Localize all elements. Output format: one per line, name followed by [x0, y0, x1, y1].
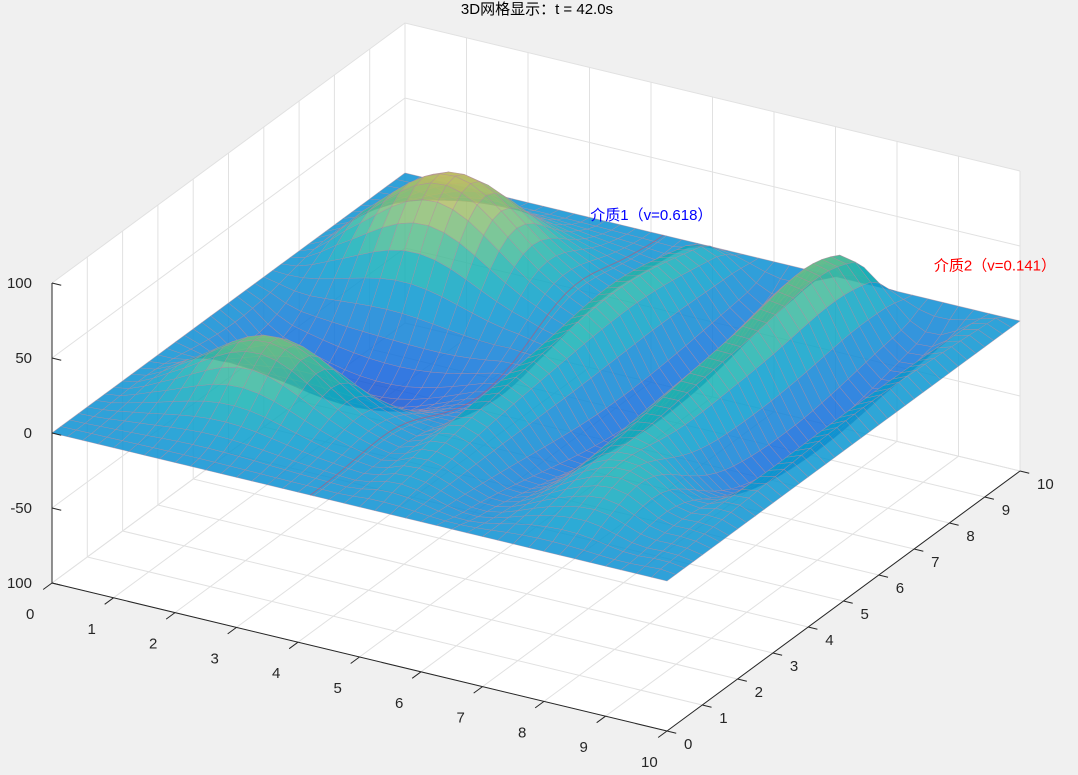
x-tick-mark	[534, 700, 545, 709]
y-tick-label: 9	[1002, 502, 1010, 519]
x-tick-mark	[350, 656, 360, 664]
y-tick-label: 2	[755, 684, 763, 701]
x-tick-label: 5	[334, 680, 342, 697]
y-tick-mark	[843, 600, 853, 604]
x-tick-label: 4	[272, 665, 280, 682]
x-tick-mark	[227, 626, 237, 635]
x-tick-label: 0	[26, 606, 34, 623]
y-tick-mark	[984, 496, 995, 500]
x-tick-mark	[104, 597, 114, 605]
x-tick-mark	[288, 641, 299, 650]
y-tick-label: 0	[684, 736, 692, 753]
z-tick-label: 100	[7, 275, 32, 292]
y-tick-mark	[702, 704, 712, 708]
x-tick-label: 3	[211, 650, 219, 667]
y-tick-label: 10	[1037, 476, 1054, 493]
x-tick-mark	[165, 612, 176, 620]
y-tick-label: 6	[896, 580, 904, 597]
x-tick-label: 6	[395, 695, 403, 712]
y-tick-mark	[1019, 470, 1030, 474]
x-tick-label: 9	[580, 739, 588, 756]
z-tick-label: 0	[24, 425, 32, 442]
z-tick-label: 50	[15, 350, 32, 367]
y-tick-mark	[913, 548, 924, 552]
y-tick-mark	[878, 574, 889, 578]
y-tick-label: 3	[790, 658, 798, 675]
z-tick-label: 100	[7, 575, 32, 592]
x-tick-label: 1	[88, 621, 96, 638]
surface-plot[interactable]: 012345678910012345678910100-50050100 3D网…	[0, 0, 1078, 775]
y-tick-label: 4	[825, 632, 833, 649]
x-tick-label: 10	[641, 754, 658, 771]
annotation-medium-2: 介质2（v=0.141）	[934, 257, 1056, 274]
y-tick-mark	[666, 730, 677, 734]
x-tick-label: 8	[518, 724, 526, 741]
y-tick-label: 1	[719, 710, 727, 727]
z-tick-label: -50	[10, 500, 32, 517]
x-tick-label: 7	[457, 710, 465, 727]
x-tick-mark	[657, 730, 668, 738]
x-tick-mark	[42, 582, 53, 590]
y-tick-mark	[737, 678, 747, 682]
y-tick-mark	[949, 522, 959, 526]
figure-window: 0 1 2 3 4 5 6 7 8 9 10 0 1 2 3 4 5 6 7 8 9 10 100 -50 0 50 100 3D网…	[0, 0, 1078, 775]
y-tick-mark	[808, 626, 818, 630]
y-tick-label: 5	[861, 606, 869, 623]
y-tick-label: 8	[966, 528, 974, 545]
x-tick-mark	[473, 686, 483, 694]
x-tick-label: 2	[149, 636, 157, 653]
y-tick-label: 7	[931, 554, 939, 571]
x-tick-mark	[596, 715, 606, 724]
annotation-medium-1: 介质1（v=0.618）	[590, 207, 712, 224]
chart-title: 3D网格显示：t = 42.0s	[461, 1, 613, 18]
x-tick-mark	[411, 671, 422, 679]
y-tick-mark	[772, 652, 783, 656]
